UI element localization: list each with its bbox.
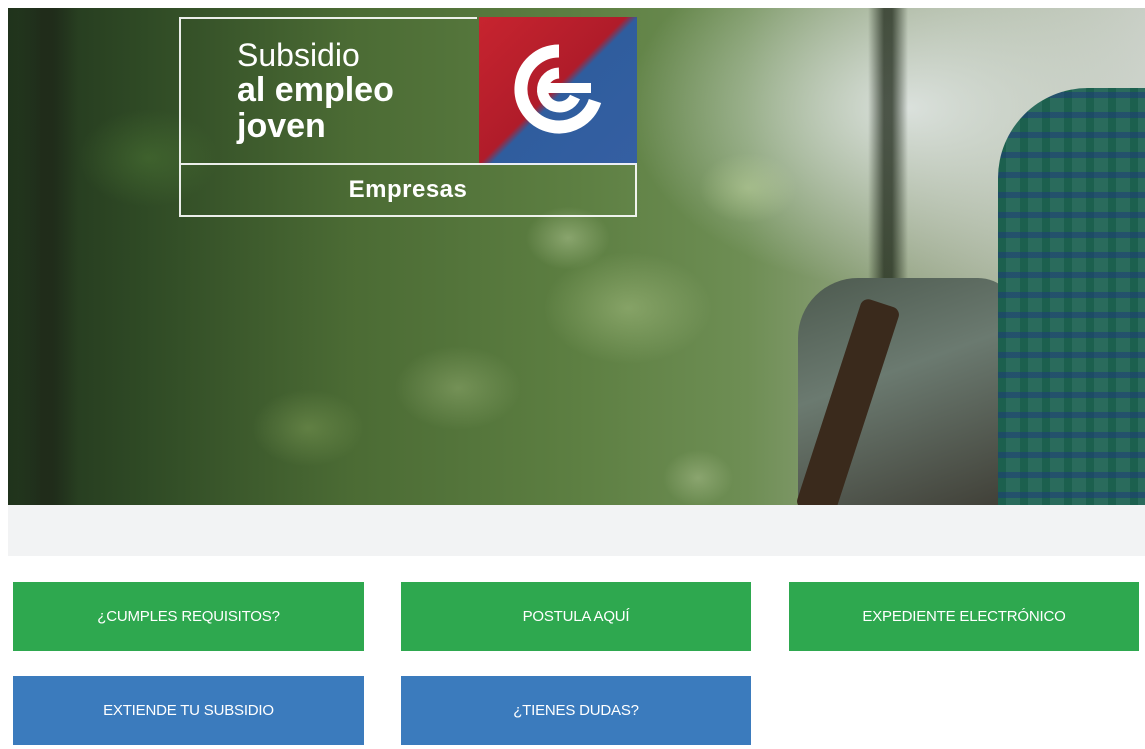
person-plaid-shirt	[998, 88, 1145, 505]
extiende-subsidio-button[interactable]: EXTIENDE TU SUBSIDIO	[13, 676, 364, 745]
tree-trunk	[18, 8, 78, 505]
logo-subtitle-box: Empresas	[179, 163, 637, 217]
postula-aqui-button[interactable]: POSTULA AQUÍ	[401, 582, 751, 651]
logo-line-subsidio: Subsidio	[237, 37, 360, 73]
expediente-electronico-button[interactable]: EXPEDIENTE ELECTRÓNICO	[789, 582, 1139, 651]
logo-line-al-empleo: al empleo	[237, 71, 394, 109]
e-letter-emblem-icon	[479, 17, 637, 165]
logo-line-joven: joven	[237, 107, 326, 145]
separator-band	[8, 505, 1145, 556]
logo-subtitle: Empresas	[348, 176, 468, 203]
cumples-requisitos-button[interactable]: ¿CUMPLES REQUISITOS?	[13, 582, 364, 651]
tienes-dudas-button[interactable]: ¿TIENES DUDAS?	[401, 676, 751, 745]
program-logo[interactable]: Subsidio al empleo joven Empresas	[179, 17, 637, 217]
